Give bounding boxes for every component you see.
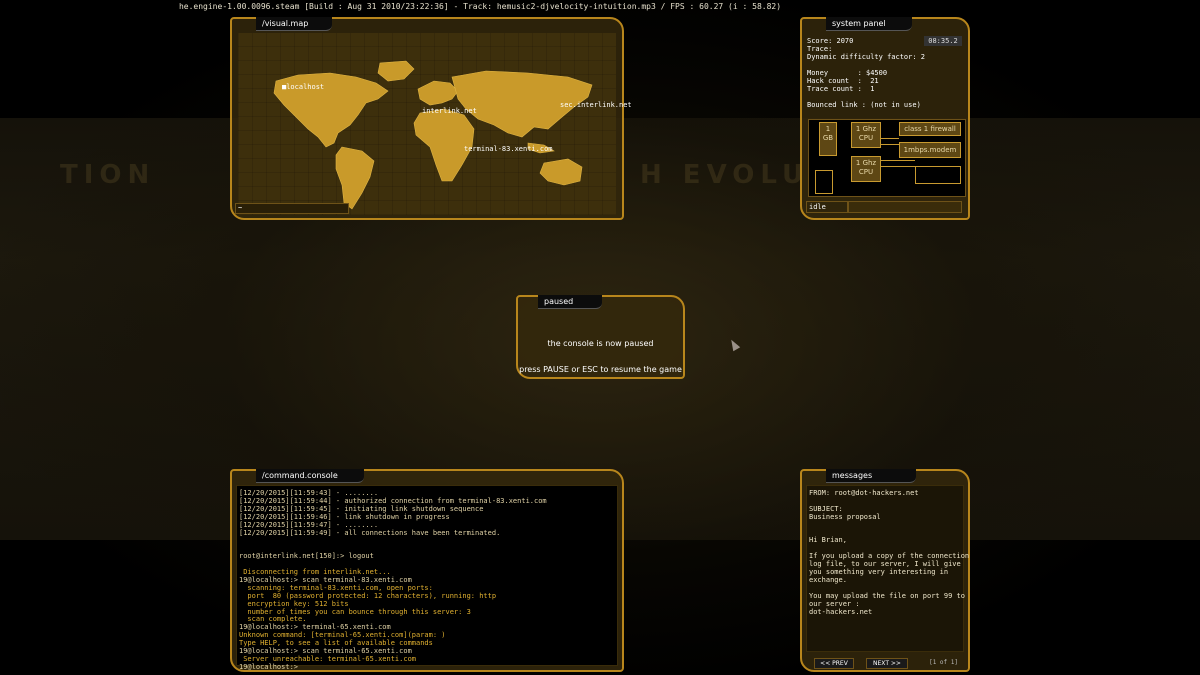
- firewall-module[interactable]: class 1 firewall: [899, 122, 961, 136]
- messages-window[interactable]: messages FROM: root@dot-hackers.net SUBJE…: [800, 469, 970, 672]
- empty-slot[interactable]: [915, 166, 961, 184]
- console-line: Type HELP, to see a list of available co…: [239, 639, 433, 648]
- messages-title[interactable]: messages: [826, 469, 916, 483]
- system-progress-bar: [848, 201, 962, 213]
- paused-message: the console is now paused: [547, 339, 654, 348]
- bus-line-3: [881, 160, 915, 161]
- map-node-sec-interlink[interactable]: sec.interlink.net: [560, 101, 632, 109]
- command-console-window[interactable]: /command.console [12/20/2015][11:59:43] …: [230, 469, 624, 672]
- message-line: Hi Brian,: [809, 536, 847, 545]
- cpu-slot-1[interactable]: 1 Ghz CPU: [851, 122, 881, 148]
- engine-status-bar: he.engine-1.00.0096.steam [Build : Aug 3…: [178, 2, 782, 11]
- message-line: Business proposal: [809, 512, 881, 521]
- console-line: [12/20/2015][11:59:45] - initiating link…: [239, 504, 484, 513]
- console-line: port 80 (password protected: 12 characte…: [239, 591, 497, 600]
- background-logo-left: TION: [60, 160, 156, 190]
- map-node-interlink[interactable]: interlink.net: [422, 107, 477, 115]
- next-message-button[interactable]: NEXT >>: [866, 658, 908, 669]
- console-line: scan complete.: [239, 615, 307, 624]
- console-line: 19@localhost:> scan terminal-65.xenti.co…: [239, 647, 412, 655]
- console-line: [12/20/2015][11:59:47] - ........: [239, 520, 379, 529]
- system-stats: Score: 2070 Trace: Dynamic difficulty fa…: [807, 37, 926, 109]
- message-line: SUBJECT:: [809, 504, 843, 513]
- europe-shape: [417, 80, 459, 106]
- visual-map-window[interactable]: /visual.map ■localhost interlink.net sec…: [230, 17, 632, 220]
- world-map-graphic: [273, 60, 593, 210]
- message-line: log file, to our server, I will give: [809, 560, 961, 569]
- cpu-slot-2[interactable]: 1 Ghz CPU: [851, 156, 881, 182]
- message-line: dot-hackers.net: [809, 607, 873, 616]
- console-line: [12/20/2015][11:59:46] - link shutdown i…: [239, 512, 450, 521]
- message-page-indicator: [1 of 1]: [929, 659, 958, 666]
- map-command-input[interactable]: ~: [235, 203, 349, 214]
- message-line: you something very interesting in: [809, 568, 949, 576]
- system-panel-window[interactable]: system panel 08:35.2 Score: 2070 Trace: …: [800, 17, 970, 220]
- console-line: Unknown command: [terminal-65.xenti.com]…: [239, 631, 446, 640]
- bus-line-2: [881, 144, 899, 145]
- map-node-localhost[interactable]: ■localhost: [282, 83, 324, 91]
- paused-dialog-title[interactable]: paused: [538, 295, 602, 309]
- message-line: exchange.: [809, 575, 847, 584]
- console-line: scanning: terminal-83.xenti.com, open po…: [239, 583, 433, 592]
- hardware-diagram: 1 GB 1 Ghz CPU 1 Ghz CPU class 1 firewal…: [808, 119, 966, 197]
- command-console-title[interactable]: /command.console: [256, 469, 364, 483]
- console-line: encryption key: 512 bits: [239, 599, 349, 608]
- message-line: our server :: [809, 599, 860, 608]
- console-line: 19@localhost:> scan terminal-83.xenti.co…: [239, 575, 412, 584]
- message-body: FROM: root@dot-hackers.net SUBJECT: Busine…: [806, 485, 969, 652]
- console-line: 19@localhost:> terminal-65.xenti.com: [239, 623, 391, 632]
- system-status: idle: [806, 201, 848, 213]
- ram-module[interactable]: 1 GB: [819, 122, 837, 156]
- console-line: 19@localhost:>: [239, 662, 299, 671]
- map-node-terminal[interactable]: terminal-83.xenti.com: [464, 145, 553, 153]
- console-line: Server unreachable: terminal-65.xenti.co…: [239, 654, 417, 663]
- visual-map-title[interactable]: /visual.map: [256, 17, 332, 31]
- map-node-localhost-label: localhost: [286, 83, 325, 91]
- message-line: You may upload the file on port 99 to: [809, 591, 965, 600]
- bus-line-1: [881, 138, 899, 139]
- console-line: [12/20/2015][11:59:44] - authorized conn…: [239, 496, 547, 505]
- game-clock: 08:35.2: [924, 36, 962, 46]
- paused-instruction: press PAUSE or ESC to resume the game: [519, 365, 682, 374]
- message-line: FROM: root@dot-hackers.net: [809, 489, 919, 497]
- south-america-shape: [335, 146, 375, 210]
- console-line: number of times you can bounce through t…: [239, 607, 471, 616]
- paused-dialog[interactable]: paused the console is now paused press P…: [516, 295, 685, 379]
- console-line: [12/20/2015][11:59:49] - all connections…: [239, 528, 501, 537]
- prev-message-button[interactable]: << PREV: [814, 658, 854, 669]
- message-line: If you upload a copy of the connection: [809, 552, 970, 561]
- world-map[interactable]: ■localhost interlink.net sec.interlink.n…: [238, 33, 632, 215]
- australia-shape: [539, 158, 583, 186]
- modem-module[interactable]: 1mbps.modem: [899, 142, 961, 158]
- storage-slot[interactable]: [815, 170, 833, 194]
- console-output[interactable]: [12/20/2015][11:59:43] - ........ [12/20/…: [236, 485, 618, 671]
- console-line: [12/20/2015][11:59:43] - ........: [239, 489, 379, 497]
- greenland-shape: [377, 60, 415, 82]
- console-line: Disconnecting from interlink.net...: [239, 568, 391, 576]
- system-panel-title[interactable]: system panel: [826, 17, 912, 31]
- console-line: root@interlink.net[150]:> logout: [239, 552, 374, 561]
- bus-line-4: [881, 166, 915, 167]
